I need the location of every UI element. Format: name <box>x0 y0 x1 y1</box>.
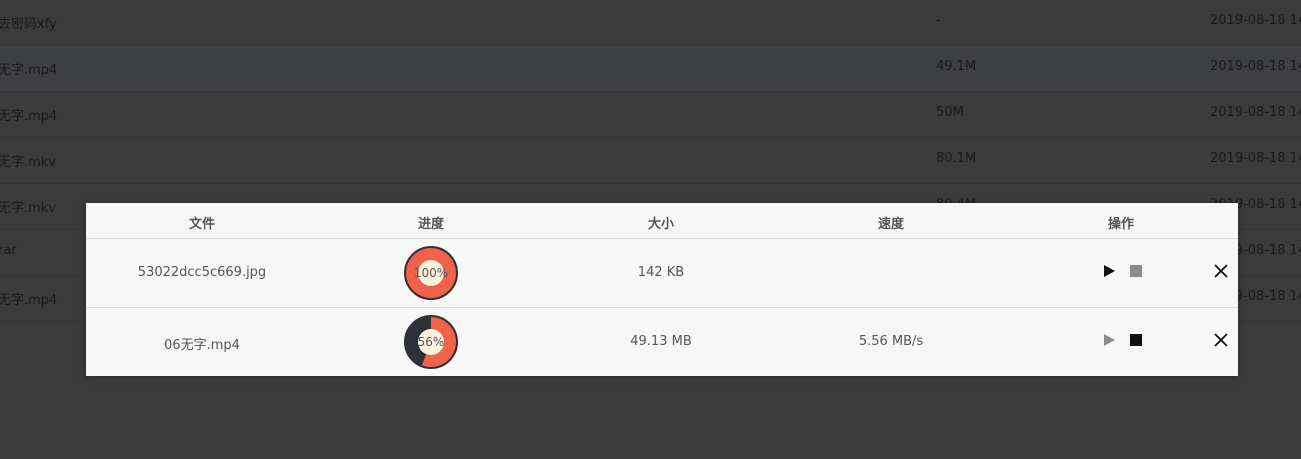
file-date: 2019-08-18 14 <box>1210 105 1301 120</box>
file-name: rar <box>0 243 17 258</box>
file-row[interactable]: 无字.mkv 80.1M 2019-08-18 14 <box>0 138 1301 184</box>
download-table-header: 文件 进度 大小 速度 操作 <box>86 203 1238 239</box>
progress-ring: 100% <box>404 246 458 300</box>
stop-icon[interactable] <box>1130 265 1142 277</box>
column-header-file: 文件 <box>188 217 216 232</box>
file-size: 49.1M <box>936 59 977 74</box>
file-date: 2019-08-18 14 <box>1210 13 1301 28</box>
file-date: 2019-08-18 14 <box>1210 59 1301 74</box>
column-header-size: 大小 <box>647 217 675 232</box>
file-row[interactable]: 无字.mp4 50M 2019-08-18 14 <box>0 92 1301 138</box>
file-date: 2019-08-18 14 <box>1210 151 1301 166</box>
progress-percent: 56% <box>417 335 445 349</box>
file-name: 无字.mp4 <box>0 293 58 308</box>
download-speed: 5.56 MB/s <box>858 334 924 349</box>
progress-ring: 56% <box>404 315 458 369</box>
play-icon[interactable] <box>1104 265 1115 277</box>
progress-percent: 100% <box>413 266 449 280</box>
file-name: 无字.mkv <box>0 155 57 170</box>
file-size: 80.1M <box>936 151 977 166</box>
file-name: 无字.mp4 <box>0 109 58 124</box>
play-icon[interactable] <box>1104 334 1115 346</box>
file-name: 无字.mp4 <box>0 63 58 78</box>
download-file-name: 06无字.mp4 <box>164 338 240 353</box>
file-size: 50M <box>936 105 964 120</box>
file-row[interactable]: 无字.mp4 49.1M 2019-08-18 14 <box>0 46 1301 92</box>
file-row[interactable]: 去密码xfy - 2019-08-18 14 <box>0 0 1301 46</box>
close-icon[interactable] <box>1213 263 1229 279</box>
download-size: 142 KB <box>637 265 685 280</box>
column-header-progress: 进度 <box>417 217 445 232</box>
download-dialog: 文件 进度 大小 速度 操作 53022dcc5c669.jpg 100% 14… <box>86 203 1238 376</box>
download-row: 06无字.mp4 56% 49.13 MB 5.56 MB/s <box>86 308 1238 376</box>
column-header-actions: 操作 <box>1107 217 1135 232</box>
download-size: 49.13 MB <box>630 334 692 349</box>
file-name: 去密码xfy <box>0 17 57 32</box>
close-icon[interactable] <box>1213 332 1229 348</box>
file-size: - <box>936 13 941 28</box>
download-row: 53022dcc5c669.jpg 100% 142 KB <box>86 239 1238 308</box>
download-file-name: 53022dcc5c669.jpg <box>137 265 267 280</box>
file-name: 无字.mkv <box>0 201 57 216</box>
column-header-speed: 速度 <box>877 217 905 232</box>
stop-icon[interactable] <box>1130 334 1142 346</box>
